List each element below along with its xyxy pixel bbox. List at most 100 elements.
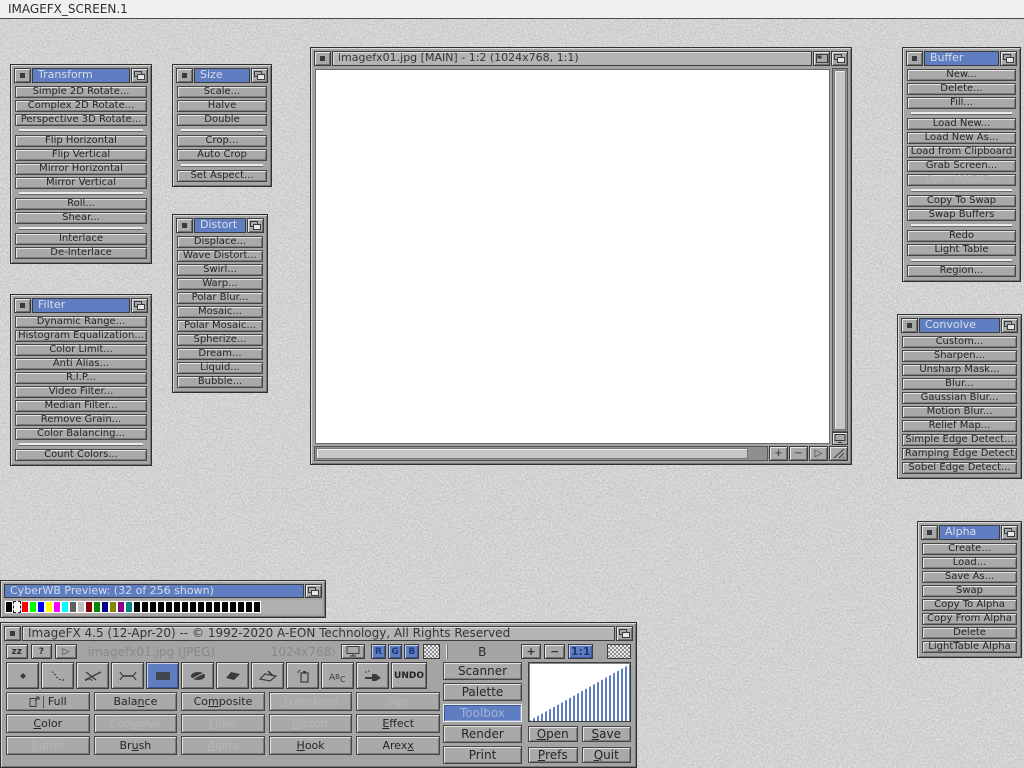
menu-button[interactable]: Complex 2D Rotate...	[15, 100, 147, 112]
print-button[interactable]: Print	[443, 746, 522, 764]
menu-button[interactable]: Halve	[177, 100, 267, 112]
menu-button[interactable]: Sharpen...	[902, 350, 1017, 362]
close-icon[interactable]	[176, 218, 193, 233]
window-title[interactable]: Transform	[32, 68, 130, 83]
palette-swatch[interactable]	[117, 601, 125, 613]
menu-button[interactable]: Swap Buffers	[907, 209, 1016, 221]
menu-button[interactable]: Wave Distort...	[177, 250, 263, 262]
palette-swatch[interactable]	[101, 601, 109, 613]
palette-swatch[interactable]	[5, 601, 13, 613]
quit-button[interactable]: Quit	[582, 747, 632, 763]
render-button[interactable]: Render	[443, 725, 522, 743]
palette-swatch[interactable]	[37, 601, 45, 613]
polygon-tool-icon[interactable]	[216, 662, 249, 689]
vertical-scrollbar-thumb[interactable]	[834, 70, 846, 430]
window-title[interactable]: CyberWB Preview: (32 of 256 shown)	[4, 584, 304, 598]
depth-icon[interactable]	[1001, 525, 1018, 540]
menu-button[interactable]: Gaussian Blur...	[902, 392, 1017, 404]
menu-button[interactable]: Mosaic...	[177, 306, 263, 318]
menu-button[interactable]: Color Balancing...	[15, 428, 147, 440]
palette-swatch[interactable]	[229, 601, 237, 613]
palette-swatch[interactable]	[109, 601, 117, 613]
menu-button[interactable]: Median Filter...	[15, 400, 147, 412]
palette-swatch[interactable]	[149, 601, 157, 613]
depth-icon[interactable]	[1000, 51, 1017, 66]
effect-button[interactable]: Effect	[356, 714, 440, 733]
menu-button[interactable]: Bubble...	[177, 376, 263, 388]
close-icon[interactable]	[176, 68, 193, 83]
zoom-gadget-icon[interactable]	[813, 51, 830, 66]
composite-button[interactable]: Composite	[181, 692, 265, 711]
menu-button[interactable]: Simple Edge Detect...	[902, 434, 1017, 446]
point-tool-icon[interactable]	[6, 662, 39, 689]
arexx-button[interactable]: Arexx	[356, 736, 440, 755]
palette-swatch[interactable]	[197, 601, 205, 613]
menu-button[interactable]: Copy To Alpha	[922, 599, 1017, 611]
play-button[interactable]: ▷	[809, 446, 828, 461]
menu-button[interactable]: Delete	[922, 627, 1017, 639]
menu-button[interactable]: Crop...	[177, 135, 267, 147]
run-macro-button[interactable]: ▷	[55, 644, 77, 659]
menu-button[interactable]: Copy To Swap	[907, 195, 1016, 207]
menu-button[interactable]: Roll...	[15, 198, 147, 210]
menu-button[interactable]: Polar Mosaic...	[177, 320, 263, 332]
alpha-channel-button[interactable]	[423, 644, 440, 659]
palette-swatch[interactable]	[237, 601, 245, 613]
palette-swatch[interactable]	[61, 601, 69, 613]
sleep-button[interactable]: zz	[6, 644, 28, 659]
palette-swatch[interactable]	[45, 601, 53, 613]
vertical-scrollbar[interactable]	[832, 68, 848, 432]
zoom-in-button[interactable]: +	[769, 446, 788, 461]
brush-button[interactable]: Brush	[94, 736, 178, 755]
menu-button[interactable]: Create...	[922, 543, 1017, 555]
image-canvas[interactable]	[315, 69, 830, 444]
menu-button[interactable]: Load...	[922, 557, 1017, 569]
menu-button[interactable]: Mirror Horizontal	[15, 163, 147, 175]
menu-button[interactable]: Relief Map...	[902, 420, 1017, 432]
menu-button[interactable]: R.I.P...	[15, 372, 147, 384]
menu-button[interactable]: Auto Crop	[177, 149, 267, 161]
depth-icon[interactable]	[831, 51, 848, 66]
fill-tool-icon[interactable]	[251, 662, 284, 689]
menu-button[interactable]: Delete...	[907, 83, 1016, 95]
menu-button[interactable]: Video Filter...	[15, 386, 147, 398]
toolbox-button[interactable]: Toolbox	[443, 704, 522, 722]
menu-button[interactable]: Set Aspect...	[177, 170, 267, 182]
menu-button[interactable]: Remove Grain...	[15, 414, 147, 426]
freehand-tool-icon[interactable]	[41, 662, 74, 689]
hook-button[interactable]: Hook	[269, 736, 353, 755]
menu-button[interactable]: Interlace	[15, 233, 147, 245]
close-icon[interactable]	[901, 318, 918, 333]
depth-icon[interactable]	[305, 584, 322, 598]
menu-button[interactable]: Blur...	[902, 378, 1017, 390]
palette-swatch[interactable]	[53, 601, 61, 613]
depth-icon[interactable]	[131, 298, 148, 313]
palette-swatch[interactable]	[13, 601, 21, 613]
palette-swatch[interactable]	[125, 601, 133, 613]
prefs-button[interactable]: Prefs	[528, 747, 578, 763]
menu-button[interactable]: Load New...	[907, 118, 1016, 130]
menu-button[interactable]: Dynamic Range...	[15, 316, 147, 328]
menu-button[interactable]: Swirl...	[177, 264, 263, 276]
palette-swatch[interactable]	[141, 601, 149, 613]
palette-swatch[interactable]	[165, 601, 173, 613]
open-button[interactable]: Open	[528, 726, 578, 742]
menu-button[interactable]: Swap	[922, 585, 1017, 597]
window-title[interactable]: Convolve	[919, 318, 1000, 333]
menu-button[interactable]: Load New As...	[907, 132, 1016, 144]
save-button[interactable]: Save	[582, 726, 632, 742]
depth-icon[interactable]	[131, 68, 148, 83]
zoom-in-button[interactable]: +	[521, 644, 542, 659]
balance-button[interactable]: Balance	[94, 692, 178, 711]
menu-button[interactable]: Redo	[907, 230, 1016, 242]
menu-button[interactable]: Copy From Alpha	[922, 613, 1017, 625]
menu-button[interactable]: Anti Alias...	[15, 358, 147, 370]
palette-swatch[interactable]	[29, 601, 37, 613]
menu-button[interactable]: Scale...	[177, 86, 267, 98]
menu-button[interactable]: LightTable Alpha	[922, 641, 1017, 653]
menu-button[interactable]: Color Limit...	[15, 344, 147, 356]
close-icon[interactable]	[14, 68, 31, 83]
menu-button[interactable]: Shear...	[15, 212, 147, 224]
menu-button[interactable]: Dream...	[177, 348, 263, 360]
box-tool-icon[interactable]	[146, 662, 179, 689]
